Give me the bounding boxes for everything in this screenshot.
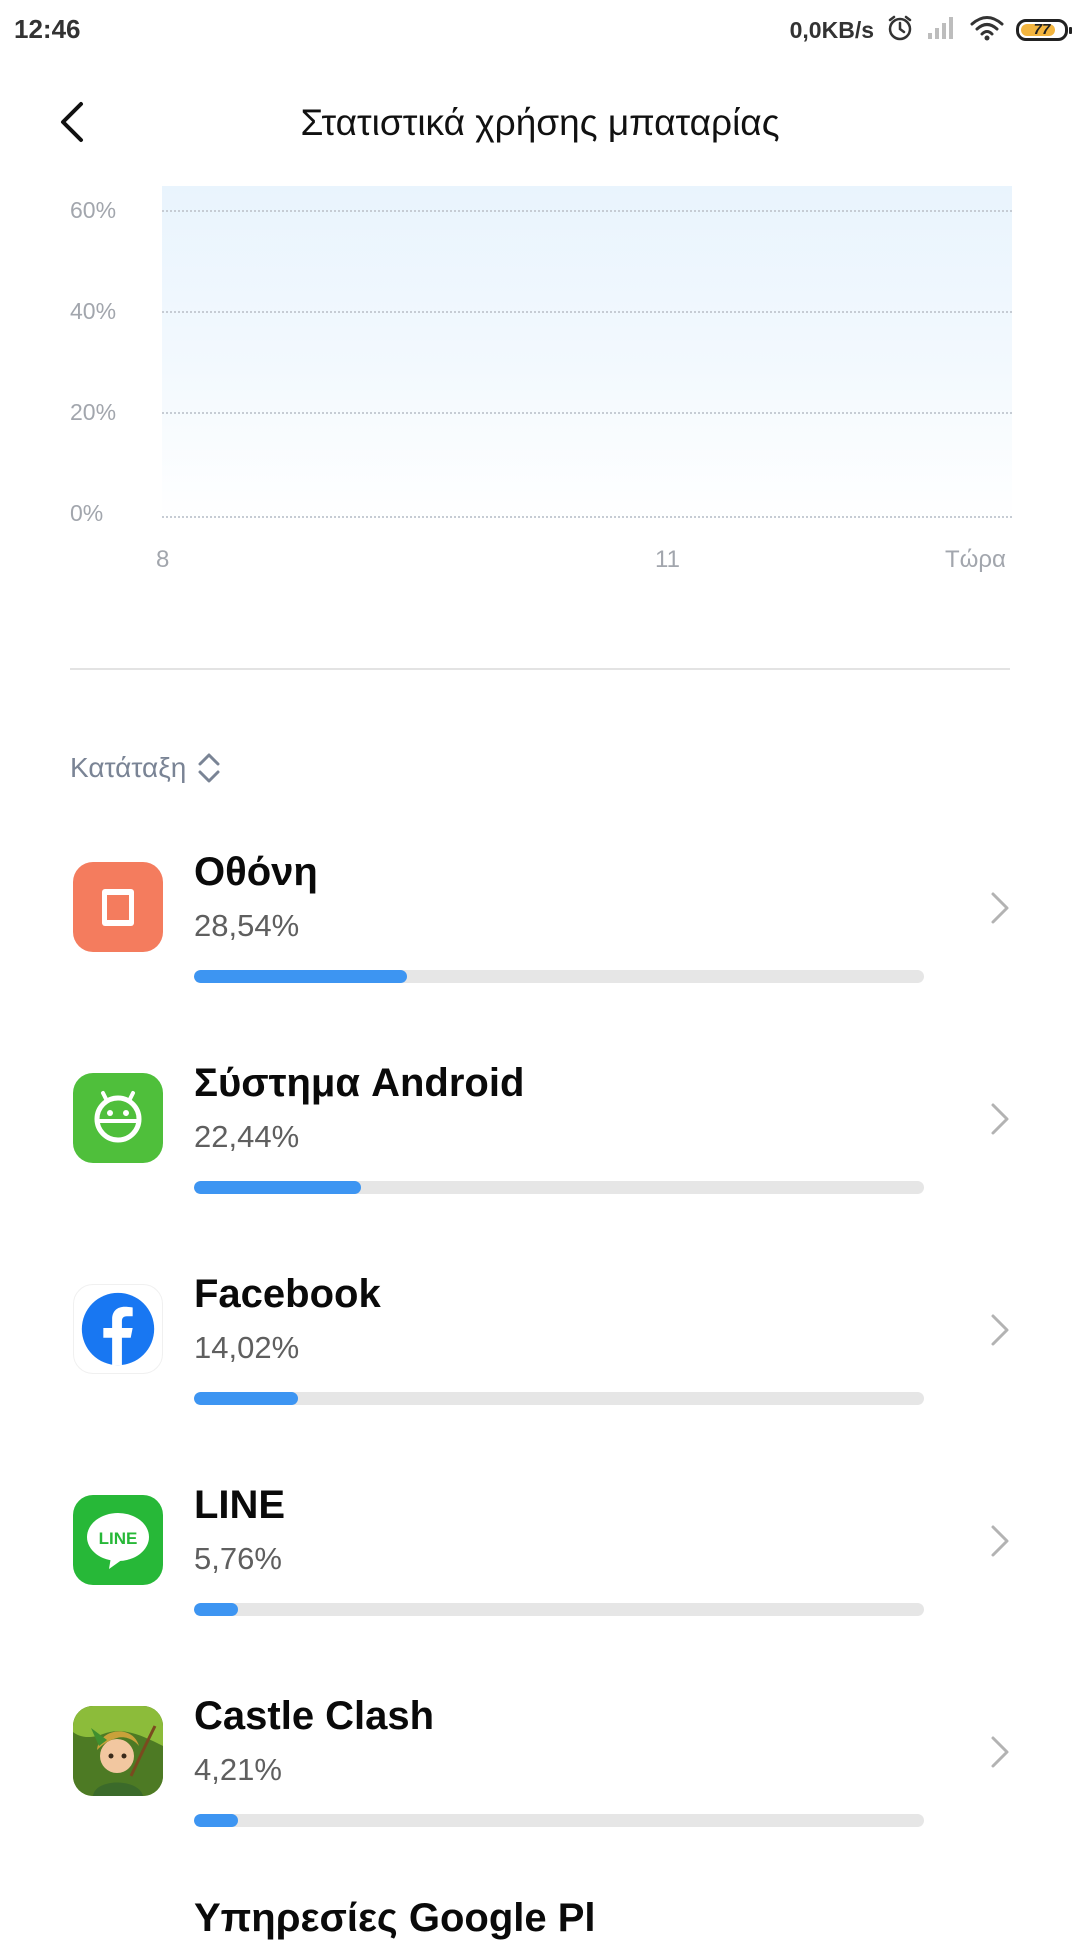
app-name: Οθόνη — [194, 850, 318, 894]
app-name: Σύστημα Android — [194, 1061, 525, 1105]
sort-updown-icon — [198, 753, 220, 783]
signal-icon — [926, 15, 958, 46]
y-tick-label: 40% — [70, 298, 117, 324]
alarm-icon — [886, 14, 914, 47]
list-item-app[interactable]: Σύστημα Android 22,44% — [0, 1061, 1080, 1231]
gridline-0 — [162, 516, 1012, 518]
sort-label: Κατάταξη — [70, 752, 187, 783]
android-icon — [73, 1073, 163, 1163]
usage-bar-fill — [194, 1603, 238, 1616]
chevron-right-icon — [991, 1736, 1009, 1768]
gridline-40 — [162, 311, 1012, 313]
app-name: LINE — [194, 1483, 286, 1527]
status-time: 12:46 — [14, 14, 81, 44]
svg-text:LINE: LINE — [99, 1529, 138, 1548]
y-tick-label: 60% — [70, 197, 117, 223]
sort-button[interactable]: Κατάταξη — [70, 748, 222, 788]
battery-cap — [1069, 27, 1072, 34]
usage-bar — [194, 970, 924, 983]
chevron-right-icon — [991, 1314, 1009, 1346]
gridline-60 — [162, 210, 1012, 212]
chevron-right-icon — [991, 1103, 1009, 1135]
screen-icon — [73, 862, 163, 952]
app-name: Castle Clash — [194, 1694, 435, 1738]
usage-bar-fill — [194, 970, 407, 983]
app-header: Στατιστικά χρήσης μπαταρίας — [0, 72, 1080, 172]
list-item-app[interactable]: Οθόνη 28,54% — [0, 850, 1080, 1020]
app-percent: 14,02% — [194, 1330, 300, 1365]
app-percent: 5,76% — [194, 1541, 282, 1576]
wifi-icon — [970, 14, 1004, 47]
app-percent: 28,54% — [194, 908, 300, 943]
castle-clash-icon — [73, 1706, 163, 1796]
network-speed: 0,0KB/s — [789, 16, 874, 43]
usage-bar-fill — [194, 1392, 299, 1405]
partial-list-item-name[interactable]: Υπηρεσίες Google Pl — [194, 1896, 596, 1941]
usage-bar — [194, 1181, 924, 1194]
chart-area — [162, 186, 1012, 521]
usage-bar — [194, 1392, 924, 1405]
chevron-right-icon — [991, 1525, 1009, 1557]
usage-bar-fill — [194, 1814, 238, 1827]
chevron-right-icon — [991, 892, 1009, 924]
y-tick-label: 20% — [70, 399, 117, 425]
usage-bar — [194, 1603, 924, 1616]
app-percent: 4,21% — [194, 1752, 282, 1787]
x-tick-label: 11 — [655, 546, 680, 573]
section-divider — [70, 668, 1010, 670]
usage-bar-fill — [194, 1181, 362, 1194]
facebook-icon — [73, 1284, 163, 1374]
gridline-20 — [162, 412, 1012, 414]
list-item-app[interactable]: LINE LINE 5,76% — [0, 1483, 1080, 1653]
battery-icon: 77 — [1016, 19, 1072, 41]
line-icon: LINE — [73, 1495, 163, 1585]
x-tick-label: 8 — [156, 546, 170, 573]
status-icons: 0,0KB/s 77 — [789, 12, 1072, 48]
list-item-app[interactable]: Facebook 14,02% — [0, 1272, 1080, 1442]
app-name: Facebook — [194, 1272, 381, 1316]
battery-level-text: 77 — [1033, 21, 1051, 38]
usage-bar — [194, 1814, 924, 1827]
x-tick-label: Τώρα — [945, 546, 1006, 573]
page-title: Στατιστικά χρήσης μπαταρίας — [300, 102, 780, 143]
y-tick-label: 0% — [70, 500, 104, 526]
list-item-app[interactable]: Castle Clash 4,21% — [0, 1694, 1080, 1864]
battery-usage-chart: 60% 40% 20% 0% — [0, 180, 1080, 600]
app-percent: 22,44% — [194, 1119, 300, 1154]
status-bar: 12:46 0,0KB/s 77 — [0, 0, 1080, 60]
